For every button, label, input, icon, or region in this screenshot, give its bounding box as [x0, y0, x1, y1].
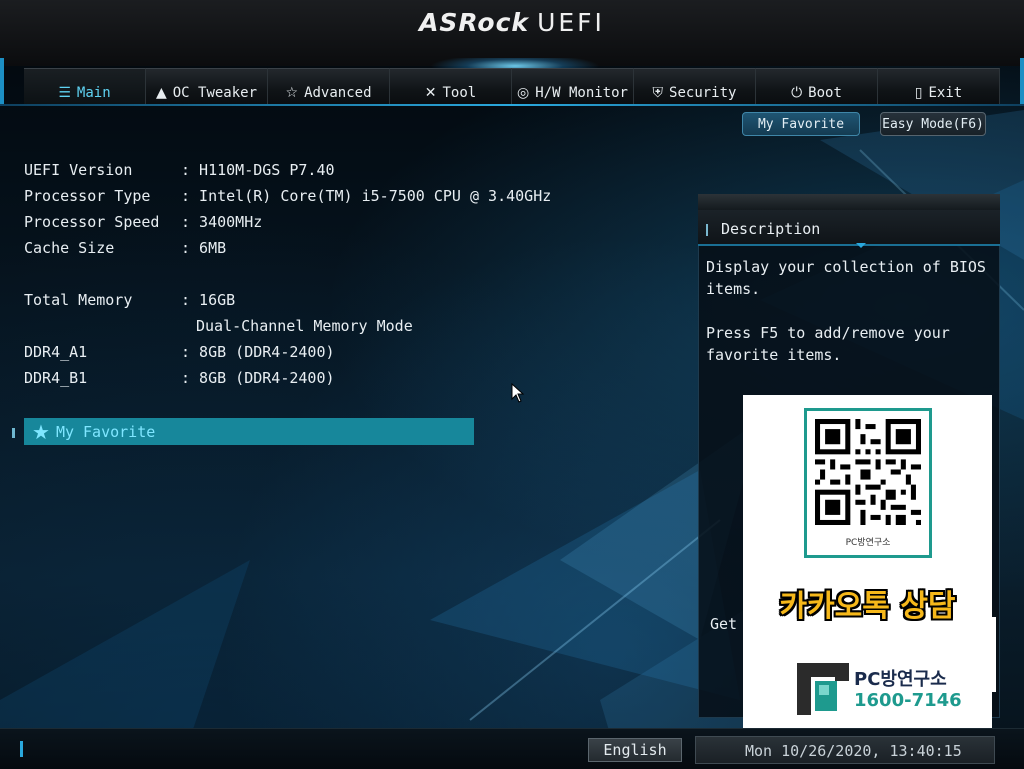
logo-product: UEFI: [537, 8, 605, 37]
ad-brand-name: PC방연구소: [854, 669, 947, 690]
logo-brand: ASRock: [419, 8, 530, 37]
ddr4-a1-label: DDR4_A1: [24, 343, 88, 361]
tab-boot[interactable]: ⏻ Boot: [756, 68, 878, 104]
description-panel-top: [698, 194, 1000, 210]
tab-label: Main: [76, 85, 111, 101]
bottom-accent: [20, 741, 23, 757]
qr-code-icon: [815, 419, 921, 525]
easy-mode-button[interactable]: Easy Mode(F6): [880, 112, 986, 136]
memory-mode-value: Dual-Channel Memory Mode: [196, 317, 413, 335]
description-header-bar: [706, 224, 708, 236]
power-icon: ⏻: [791, 85, 803, 101]
rocket-icon: ▲: [155, 85, 167, 101]
header-bar: ASRock UEFI: [0, 0, 1024, 66]
shield-icon: ⛨: [652, 85, 664, 101]
tab-label: Advanced: [304, 85, 372, 101]
ad-overlay[interactable]: PC방연구소 카카오톡 상담 PC방연구소 1600-7146: [743, 395, 992, 745]
tools-icon: ✕: [424, 85, 437, 101]
total-memory-label: Total Memory: [24, 291, 133, 309]
right-accent: [1020, 58, 1024, 106]
description-header: Description: [698, 210, 1000, 248]
language-button[interactable]: English: [588, 738, 682, 762]
ddr4-b1-value: : 8GB (DDR4-2400): [181, 369, 335, 387]
uefi-version-value: : H110M-DGS P7.40: [181, 161, 335, 179]
description-get-text: Get: [710, 615, 738, 633]
description-line-1: Display your collection of BIOS: [706, 258, 986, 276]
tab-security[interactable]: ⛨ Security: [634, 68, 756, 104]
datetime-display: Mon 10/26/2020, 13:40:15: [745, 742, 962, 760]
qr-caption: PC방연구소: [845, 538, 891, 548]
exit-door-icon: ▯: [914, 85, 923, 101]
description-line-2: items.: [706, 280, 761, 298]
left-accent: [0, 58, 4, 106]
tab-label: OC Tweaker: [172, 85, 258, 101]
description-line-4: favorite items.: [706, 346, 842, 364]
star-icon: ★: [32, 419, 50, 444]
qr-code[interactable]: PC방연구소: [804, 408, 932, 558]
selection-marker: [12, 428, 15, 438]
description-notch: [856, 243, 866, 248]
monitor-gauge-icon: ◎: [517, 85, 530, 101]
tab-hw-monitor[interactable]: ◎ H/W Monitor: [512, 68, 634, 104]
tab-exit[interactable]: ▯ Exit: [878, 68, 1000, 104]
tab-advanced[interactable]: ☆ Advanced: [268, 68, 390, 104]
processor-speed-value: : 3400MHz: [181, 213, 263, 231]
description-line-3: Press F5 to add/remove your: [706, 324, 950, 342]
tab-label: Exit: [928, 85, 963, 101]
ddr4-b1-label: DDR4_B1: [24, 369, 88, 387]
my-favorite-item[interactable]: ★ My Favorite: [24, 418, 474, 445]
tab-label: Boot: [808, 85, 842, 101]
processor-speed-label: Processor Speed: [24, 213, 160, 231]
asrock-uefi-logo: ASRock UEFI: [0, 8, 1024, 37]
my-favorite-button[interactable]: My Favorite: [742, 112, 860, 136]
my-favorite-item-label: My Favorite: [55, 422, 156, 441]
cache-size-value: : 6MB: [181, 239, 227, 257]
pc-lab-logo-icon: [797, 663, 849, 715]
tab-label: Tool: [442, 85, 477, 101]
tabs-underline: [0, 104, 1024, 106]
ddr4-a1-value: : 8GB (DDR4-2400): [181, 343, 335, 361]
processor-type-value: : Intel(R) Core(TM) i5-7500 CPU @ 3.40GH…: [181, 187, 552, 205]
tab-tool[interactable]: ✕ Tool: [390, 68, 512, 104]
tab-label: H/W Monitor: [535, 85, 628, 101]
cache-size-label: Cache Size: [24, 239, 115, 257]
star-outline-icon: ☆: [285, 85, 299, 101]
main-tabs: ☰ Main ▲ OC Tweaker ☆ Advanced ✕ Tool ◎ H/W M…: [24, 68, 1000, 104]
ad-phone-number[interactable]: 1600-7146: [854, 690, 962, 711]
ad-overlay-edge: [992, 617, 996, 692]
mouse-cursor-icon: [511, 383, 525, 403]
tab-main[interactable]: ☰ Main: [24, 68, 146, 104]
description-title: Description: [721, 220, 821, 238]
uefi-version-label: UEFI Version: [24, 161, 133, 179]
total-memory-value: : 16GB: [181, 291, 236, 309]
tab-label: Security: [669, 85, 737, 101]
kakao-consult-text[interactable]: 카카오톡 상담: [743, 581, 992, 625]
processor-type-label: Processor Type: [24, 187, 151, 205]
list-icon: ☰: [58, 85, 71, 101]
tab-oc-tweaker[interactable]: ▲ OC Tweaker: [146, 68, 268, 104]
